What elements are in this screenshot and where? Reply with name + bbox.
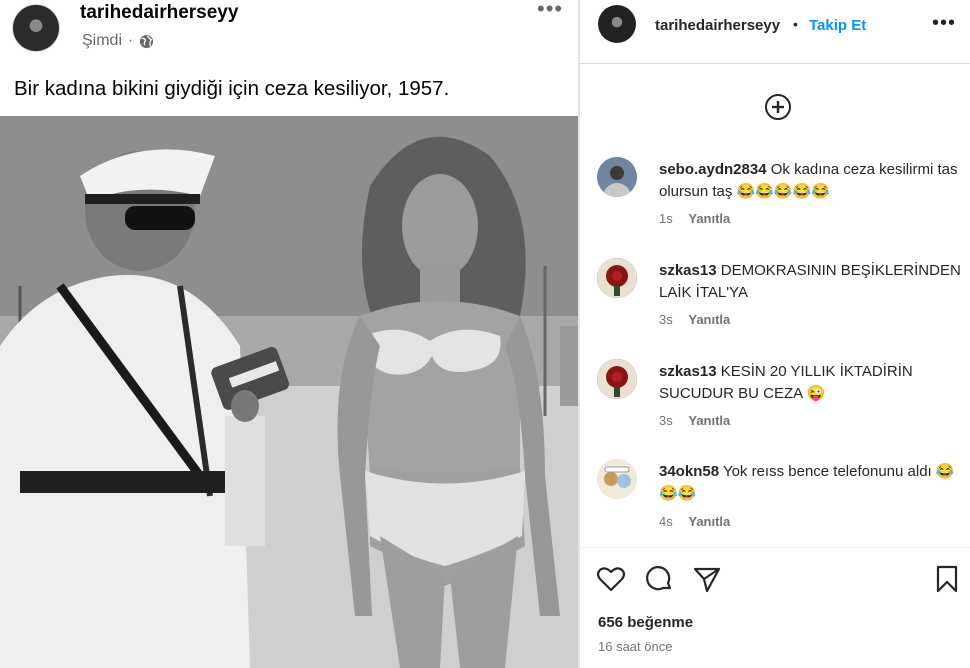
author-avatar[interactable] [12, 4, 60, 52]
profile-username[interactable]: tarihedairherseyy [655, 17, 780, 34]
sidebar-header: tarihedairherseyy • Takip Et ••• [580, 0, 970, 64]
post-timestamp: 16 saat önce [598, 639, 673, 654]
comment-body: szkas13 DEMOKRASININ BEŞİKLERİNDEN LAİK … [659, 260, 964, 304]
comment-age: 1s [659, 211, 673, 226]
comment-username[interactable]: szkas13 [659, 262, 717, 279]
comment-body: sebo.aydn2834 Ok kadına ceza kesilirmi t… [659, 159, 964, 203]
like-count[interactable]: 656 beğenme [598, 614, 693, 631]
post-caption: Bir kadına bikini giydiği için ceza kesi… [14, 77, 450, 100]
bookmark-icon[interactable] [932, 564, 962, 594]
facebook-post: tarihedairherseyy Şimdi · ••• Bir kadına… [0, 0, 578, 668]
meta-separator: · [128, 32, 134, 49]
post-author[interactable]: tarihedairherseyy [80, 2, 238, 24]
commenter-avatar[interactable] [597, 459, 637, 499]
post-meta: Şimdi · [82, 32, 154, 50]
add-comment-icon[interactable] [764, 93, 792, 121]
commenter-avatar[interactable] [597, 359, 637, 399]
share-icon[interactable] [692, 564, 722, 594]
post-photo[interactable] [0, 116, 578, 668]
post-options-icon[interactable]: ••• [537, 0, 563, 22]
photo-illustration [0, 116, 578, 668]
reply-button[interactable]: Yanıtla [688, 514, 730, 529]
reply-button[interactable]: Yanıtla [688, 211, 730, 226]
commenter-avatar[interactable] [597, 157, 637, 197]
follow-button[interactable]: Takip Et [809, 17, 866, 34]
comment-age: 3s [659, 312, 673, 327]
comment-body: 34okn58 Yok reıss bence telefonunu aldı … [659, 461, 964, 505]
reply-button[interactable]: Yanıtla [688, 312, 730, 327]
profile-avatar[interactable] [598, 5, 636, 43]
more-options-icon[interactable]: ••• [932, 12, 956, 35]
globe-icon [140, 34, 154, 48]
comment-username[interactable]: 34okn58 [659, 463, 719, 480]
comment-meta: 3s Yanıtla [659, 413, 730, 428]
comment-body: szkas13 KESİN 20 YILLIK İKTADİRİN SUCUDU… [659, 361, 964, 405]
comment-age: 3s [659, 413, 673, 428]
header-separator: • [793, 16, 798, 32]
comment-meta: 1s Yanıtla [659, 211, 730, 226]
reply-button[interactable]: Yanıtla [688, 413, 730, 428]
heart-icon[interactable] [596, 564, 626, 594]
comment-meta: 4s Yanıtla [659, 514, 730, 529]
comment-icon[interactable] [644, 564, 674, 594]
instagram-sidebar: tarihedairherseyy • Takip Et ••• sebo.ay… [580, 0, 970, 668]
comment-username[interactable]: sebo.aydn2834 [659, 161, 767, 178]
comment-username[interactable]: szkas13 [659, 363, 717, 380]
comment-age: 4s [659, 514, 673, 529]
post-time[interactable]: Şimdi [82, 32, 122, 50]
comment-meta: 3s Yanıtla [659, 312, 730, 327]
commenter-avatar[interactable] [597, 258, 637, 298]
actions-divider [580, 547, 970, 548]
